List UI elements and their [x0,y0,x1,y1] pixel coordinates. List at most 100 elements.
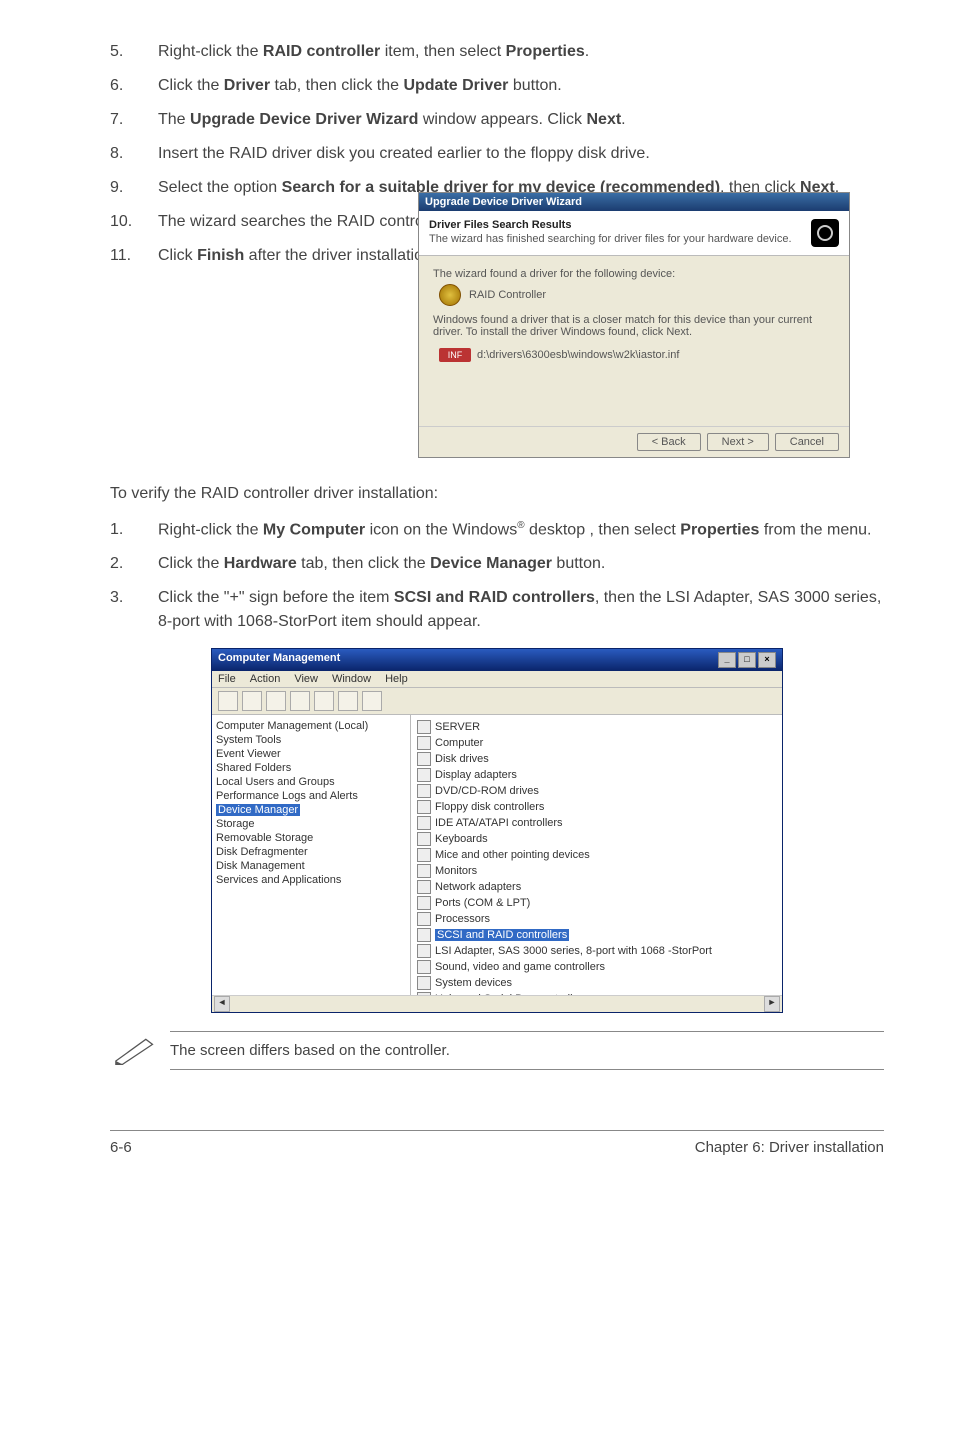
device-node[interactable]: Sound, video and game controllers [417,959,776,975]
device-node[interactable]: Network adapters [417,879,776,895]
minimize-icon[interactable]: _ [718,652,736,668]
device-label: Universal Serial Bus controllers [435,993,588,995]
mmc-detail-panel[interactable]: SERVER ComputerDisk drivesDisplay adapter… [411,715,782,995]
tree-node[interactable]: Disk Management [216,859,406,873]
device-node[interactable]: Universal Serial Bus controllers [417,991,776,995]
wizard-body-text-2: Windows found a driver that is a closer … [433,314,835,338]
mmc-tree-panel[interactable]: Computer Management (Local)System ToolsE… [212,715,411,995]
toolbar-help-icon[interactable] [338,691,358,711]
tree-node[interactable]: Event Viewer [216,747,406,761]
device-label: Floppy disk controllers [435,801,544,813]
device-icon [417,880,431,894]
menu-item[interactable]: Window [332,673,371,685]
device-node[interactable]: Computer [417,735,776,751]
device-icon [417,816,431,830]
device-node[interactable]: Display adapters [417,767,776,783]
tree-node[interactable]: Services and Applications [216,873,406,887]
chapter-label: Chapter 6: Driver installation [695,1139,884,1156]
step-text: Click the "+" sign before the item SCSI … [158,586,884,634]
device-icon [417,784,431,798]
toolbar-props-icon[interactable] [290,691,310,711]
toolbar-refresh-icon[interactable] [314,691,334,711]
device-node[interactable]: Disk drives [417,751,776,767]
device-node[interactable]: Mice and other pointing devices [417,847,776,863]
step-number: 10. [110,210,158,234]
page-footer: 6-6 Chapter 6: Driver installation [110,1130,884,1156]
scroll-right-icon[interactable]: ► [764,996,780,1012]
instruction-step: 3.Click the "+" sign before the item SCS… [110,586,884,634]
device-icon [417,752,431,766]
step-number: 8. [110,142,158,166]
verify-intro: To verify the RAID controller driver ins… [110,482,884,506]
device-node[interactable]: Ports (COM & LPT) [417,895,776,911]
tree-node[interactable]: Storage [216,817,406,831]
tree-node[interactable]: Performance Logs and Alerts [216,789,406,803]
maximize-icon[interactable]: □ [738,652,756,668]
device-icon [417,976,431,990]
tree-node[interactable]: Removable Storage [216,831,406,845]
toolbar-forward-icon[interactable] [242,691,262,711]
device-node[interactable]: Processors [417,911,776,927]
device-label: LSI Adapter, SAS 3000 series, 8-port wit… [435,945,712,957]
wizard-body-text-1: The wizard found a driver for the follow… [433,268,835,280]
step-number: 7. [110,108,158,132]
menu-item[interactable]: File [218,673,236,685]
device-label: System devices [435,977,512,989]
device-label: Processors [435,913,490,925]
step-number: 9. [110,176,158,200]
step-text: Click the Driver tab, then click the Upd… [158,74,884,98]
step-text: Insert the RAID driver disk you created … [158,142,884,166]
step-number: 5. [110,40,158,64]
tree-node[interactable]: Computer Management (Local) [216,719,406,733]
toolbar-extra-icon[interactable] [362,691,382,711]
step-text: Right-click the RAID controller item, th… [158,40,884,64]
wizard-device-name: RAID Controller [469,289,546,301]
menu-item[interactable]: View [294,673,318,685]
instruction-step: 5.Right-click the RAID controller item, … [110,40,884,64]
tree-node[interactable]: Device Manager [216,803,406,817]
tree-node[interactable]: System Tools [216,733,406,747]
menu-item[interactable]: Help [385,673,408,685]
menu-item[interactable]: Action [250,673,281,685]
device-node[interactable]: Floppy disk controllers [417,799,776,815]
close-icon[interactable]: × [758,652,776,668]
device-label: SERVER [435,721,480,733]
tree-node[interactable]: Local Users and Groups [216,775,406,789]
device-label: Ports (COM & LPT) [435,897,530,909]
device-icon [417,928,431,942]
device-icon [417,736,431,750]
device-label: Sound, video and game controllers [435,961,605,973]
toolbar-up-icon[interactable] [266,691,286,711]
mmc-menubar[interactable]: File Action View Window Help [212,671,782,688]
scroll-left-icon[interactable]: ◄ [214,996,230,1012]
step-number: 3. [110,586,158,634]
back-button[interactable]: < Back [637,433,701,451]
device-icon [417,912,431,926]
device-node[interactable]: Keyboards [417,831,776,847]
instruction-step: 7.The Upgrade Device Driver Wizard windo… [110,108,884,132]
device-icon [417,848,431,862]
device-label: SCSI and RAID controllers [435,929,569,941]
step-number: 2. [110,552,158,576]
device-label: Mice and other pointing devices [435,849,590,861]
device-node[interactable]: Monitors [417,863,776,879]
toolbar-back-icon[interactable] [218,691,238,711]
device-node[interactable]: SCSI and RAID controllers [417,927,776,943]
device-icon [417,960,431,974]
device-node[interactable]: System devices [417,975,776,991]
tree-node[interactable]: Shared Folders [216,761,406,775]
cancel-button[interactable]: Cancel [775,433,839,451]
step-number: 11. [110,244,158,268]
step-number: 6. [110,74,158,98]
device-node[interactable]: DVD/CD-ROM drives [417,783,776,799]
next-button[interactable]: Next > [707,433,769,451]
gear-icon [439,284,461,306]
wizard-header-icon [811,219,839,247]
device-label: Network adapters [435,881,521,893]
device-node[interactable]: IDE ATA/ATAPI controllers [417,815,776,831]
mmc-title-text: Computer Management [218,652,340,668]
tree-node[interactable]: Disk Defragmenter [216,845,406,859]
mmc-toolbar[interactable] [212,688,782,715]
device-node[interactable]: LSI Adapter, SAS 3000 series, 8-port wit… [417,943,776,959]
device-node[interactable]: SERVER [417,719,776,735]
